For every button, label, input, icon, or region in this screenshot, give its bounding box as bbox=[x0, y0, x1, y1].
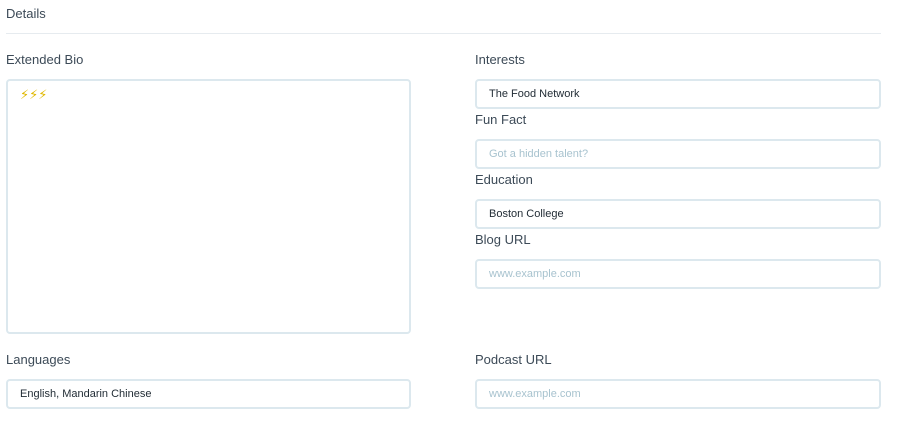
extended-bio-label: Extended Bio bbox=[6, 52, 84, 67]
education-input[interactable] bbox=[475, 199, 881, 229]
section-title: Details bbox=[6, 6, 46, 21]
extended-bio-textarea[interactable]: ⚡⚡⚡ bbox=[6, 79, 411, 334]
blog-url-input[interactable] bbox=[475, 259, 881, 289]
education-label: Education bbox=[475, 172, 533, 187]
fun-fact-input[interactable] bbox=[475, 139, 881, 169]
languages-input[interactable] bbox=[6, 379, 411, 409]
podcast-url-input[interactable] bbox=[475, 379, 881, 409]
fun-fact-label: Fun Fact bbox=[475, 112, 527, 127]
blog-url-label: Blog URL bbox=[475, 232, 531, 247]
interests-input[interactable] bbox=[475, 79, 881, 109]
details-form: Details Extended Bio ⚡⚡⚡ Languages Inter… bbox=[0, 0, 897, 428]
section-divider bbox=[6, 33, 881, 34]
podcast-url-label: Podcast URL bbox=[475, 352, 552, 367]
languages-label: Languages bbox=[6, 352, 71, 367]
interests-label: Interests bbox=[475, 52, 525, 67]
